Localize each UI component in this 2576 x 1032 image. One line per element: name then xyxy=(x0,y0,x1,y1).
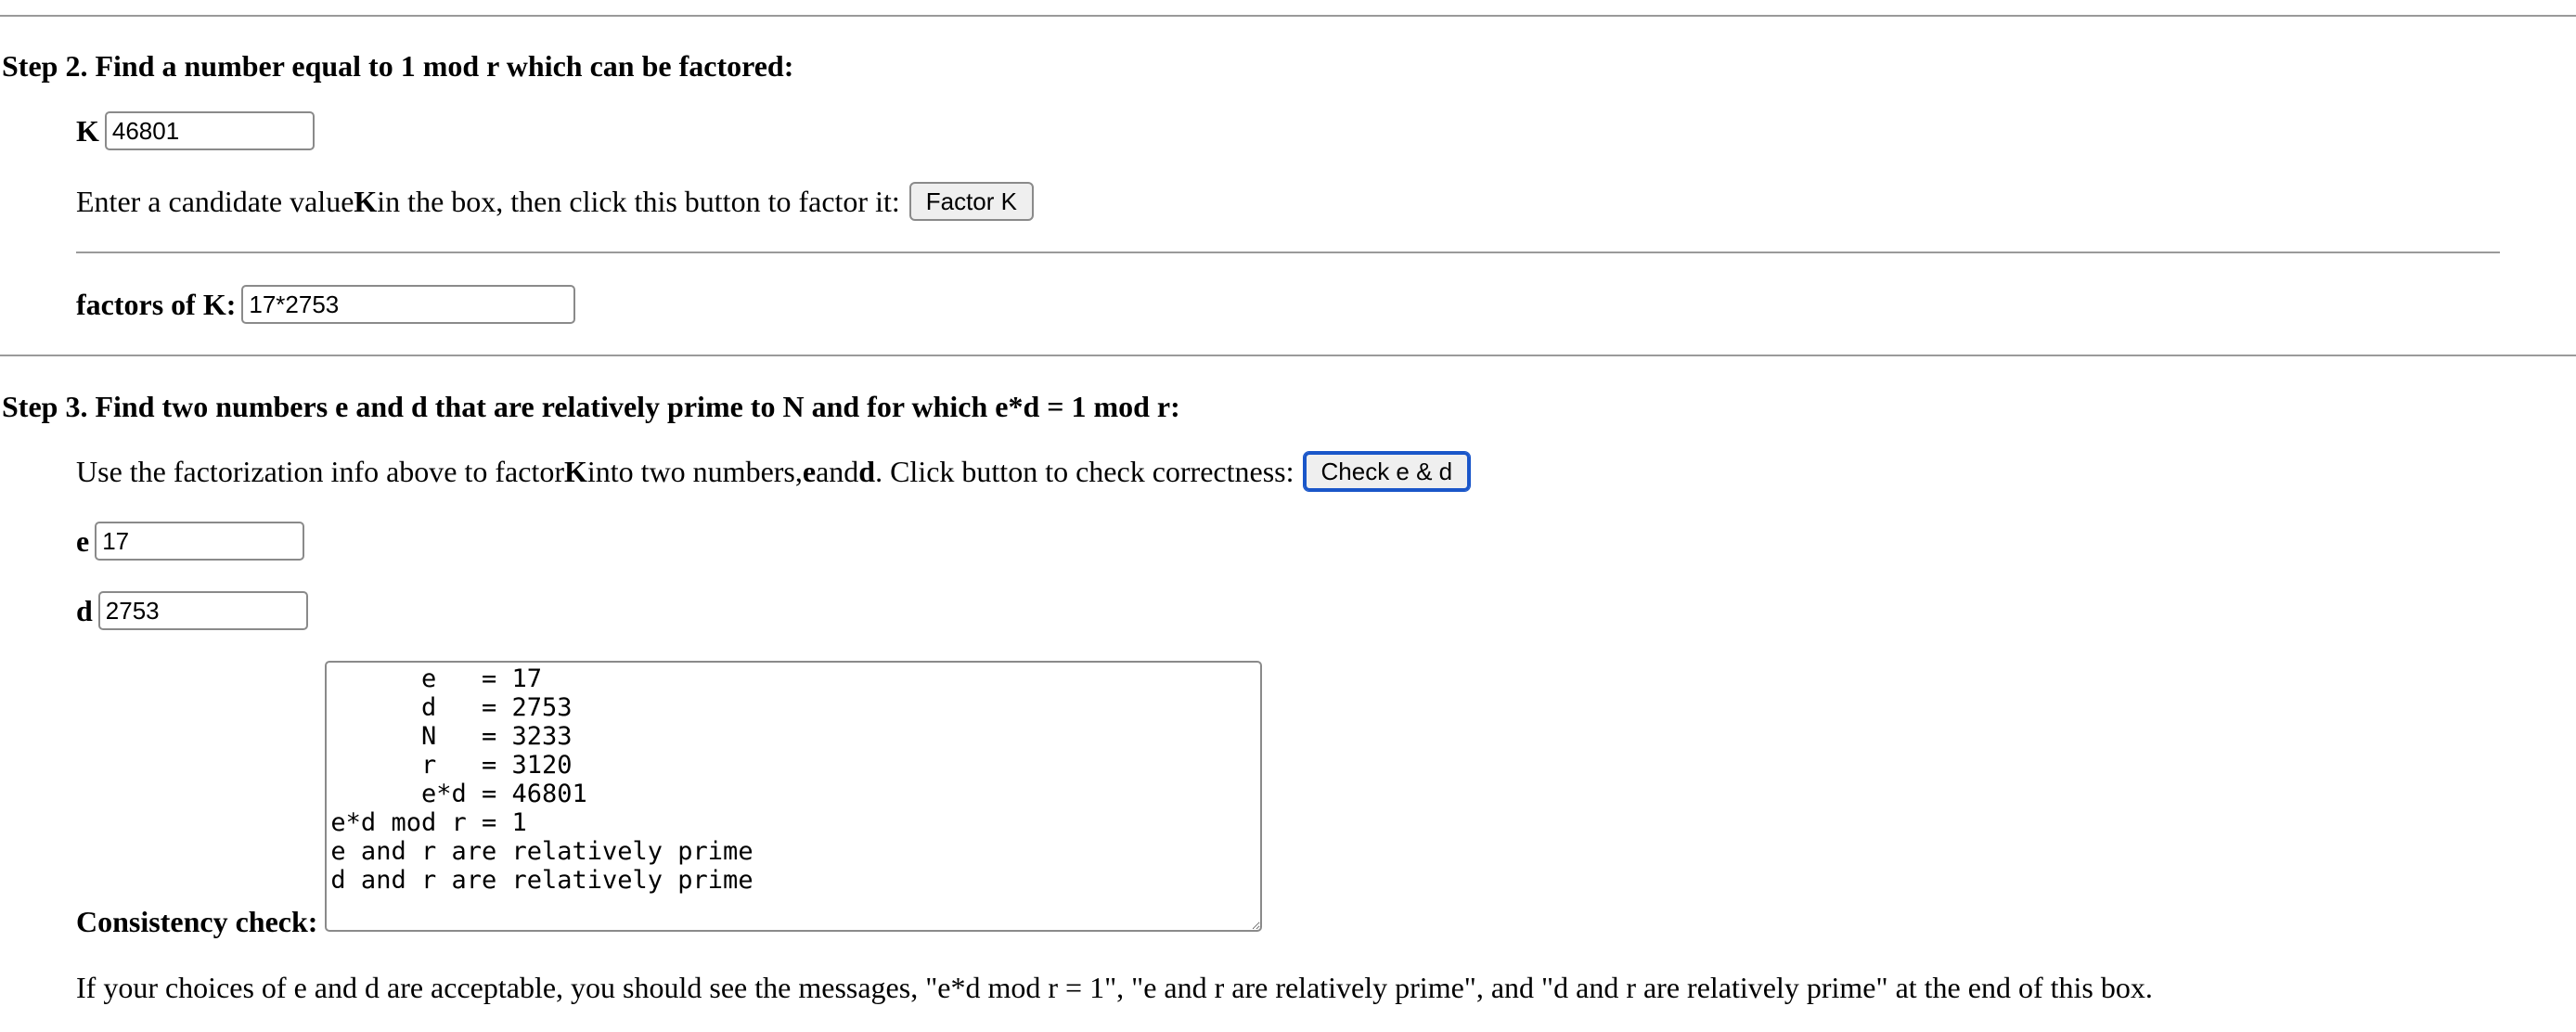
e-input[interactable] xyxy=(95,522,305,561)
step3-heading: Step 3. Find two numbers e and d that ar… xyxy=(2,390,1180,423)
check-instruction-k: K xyxy=(564,454,587,488)
step2-heading: Step 2. Find a number equal to 1 mod r w… xyxy=(2,49,794,83)
d-row: d xyxy=(76,591,308,630)
factor-instruction-prefix: Enter a candidate value xyxy=(76,184,354,218)
step2-inner-divider xyxy=(76,252,2500,253)
d-label: d xyxy=(76,593,93,627)
consistency-row: Consistency check: e = 17 d = 2753 N = 3… xyxy=(76,661,1263,938)
check-instruction-part3: and xyxy=(816,454,859,488)
check-instruction-part4: . Click button to check correctness: xyxy=(875,454,1294,488)
factor-instruction-k: K xyxy=(354,184,378,218)
factor-instruction-suffix: in the box, then click this button to fa… xyxy=(377,184,900,218)
footer-note-row: If your choices of e and d are acceptabl… xyxy=(76,971,2153,1005)
check-instruction-part2: into two numbers, xyxy=(586,454,803,488)
factors-label: factors of K: xyxy=(76,287,237,321)
consistency-output[interactable]: e = 17 d = 2753 N = 3233 r = 3120 e*d = … xyxy=(325,661,1263,932)
check-instruction-part1: Use the factorization info above to fact… xyxy=(76,454,564,488)
check-instruction-row: Use the factorization info above to fact… xyxy=(76,451,1472,492)
k-label: K xyxy=(76,113,99,148)
k-row: K xyxy=(76,111,315,150)
check-instruction-e: e xyxy=(802,454,817,488)
consistency-label: Consistency check: xyxy=(76,905,318,938)
factor-k-button[interactable]: Factor K xyxy=(908,182,1034,221)
check-e-d-button[interactable]: Check e & d xyxy=(1302,451,1472,492)
factors-row: factors of K: xyxy=(76,285,576,324)
top-divider xyxy=(0,15,2576,17)
e-label: e xyxy=(76,523,90,558)
middle-divider xyxy=(0,355,2576,356)
footer-note: If your choices of e and d are acceptabl… xyxy=(76,971,2153,1004)
factor-instruction-row: Enter a candidate value K in the box, th… xyxy=(76,182,1034,221)
k-input[interactable] xyxy=(104,111,315,150)
e-row: e xyxy=(76,522,305,561)
factors-input[interactable] xyxy=(241,285,576,324)
d-input[interactable] xyxy=(97,591,308,630)
check-instruction-d: d xyxy=(858,454,876,488)
